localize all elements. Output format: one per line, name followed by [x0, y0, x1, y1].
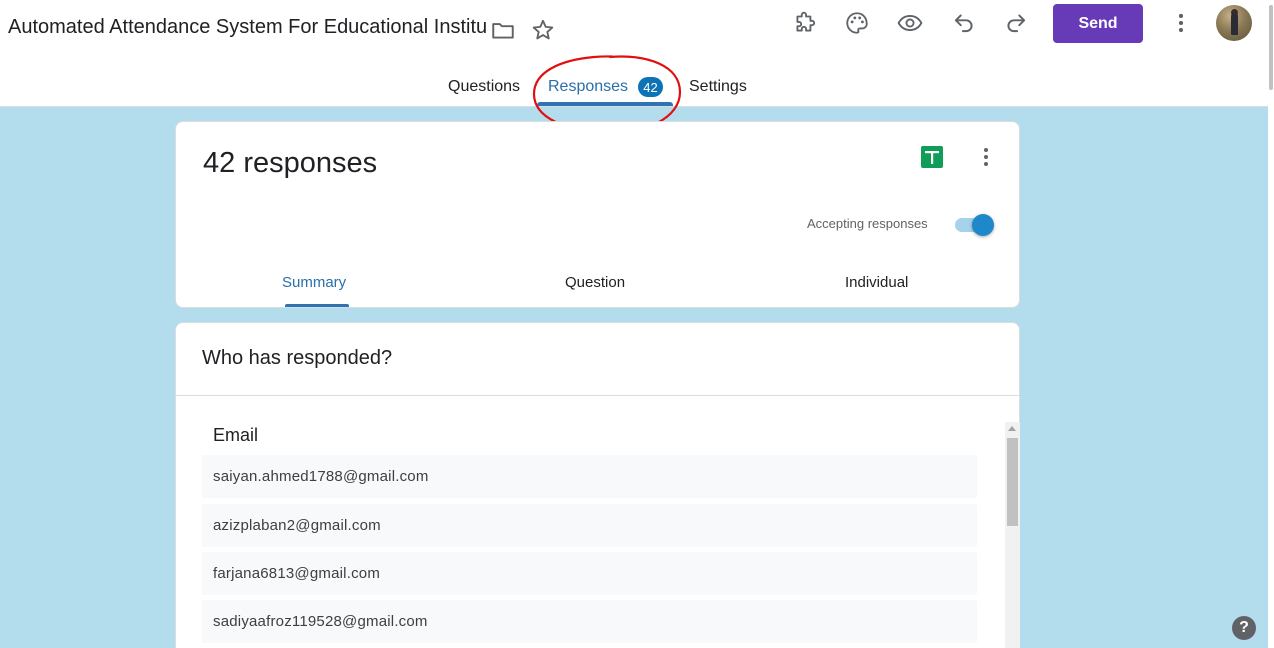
responses-count-badge: 42	[638, 77, 663, 97]
redo-icon[interactable]	[1002, 9, 1030, 37]
tab-summary[interactable]: Summary	[282, 274, 346, 291]
tab-responses[interactable]: Responses	[548, 78, 628, 96]
accepting-responses-label: Accepting responses	[807, 216, 928, 231]
help-icon[interactable]: ?	[1232, 616, 1256, 640]
palette-icon[interactable]	[843, 9, 871, 37]
tab-individual[interactable]: Individual	[845, 274, 908, 291]
page-scrollbar-thumb[interactable]	[1269, 5, 1273, 90]
top-bar: Automated Attendance System For Educatio…	[0, 0, 1274, 107]
who-responded-title: Who has responded?	[202, 347, 393, 369]
google-sheets-icon[interactable]	[921, 146, 943, 168]
email-list-item: azizplaban2@gmail.com	[202, 504, 977, 547]
send-button[interactable]: Send	[1053, 4, 1143, 43]
preview-eye-icon[interactable]	[896, 9, 924, 37]
star-icon[interactable]	[530, 17, 556, 43]
addon-puzzle-icon[interactable]	[791, 9, 819, 37]
email-list-item: sadiyaafroz119528@gmail.com	[202, 600, 977, 643]
email-list-item: farjana6813@gmail.com	[202, 552, 977, 595]
tab-question[interactable]: Question	[565, 274, 625, 291]
tab-questions[interactable]: Questions	[448, 78, 520, 96]
summary-tab-indicator	[285, 304, 349, 307]
page-scrollbar[interactable]	[1268, 0, 1274, 648]
folder-icon[interactable]	[490, 17, 516, 43]
tab-settings[interactable]: Settings	[689, 78, 747, 96]
email-list-item: saiyan.ahmed1788@gmail.com	[202, 455, 977, 498]
avatar[interactable]	[1216, 5, 1252, 41]
accepting-responses-toggle[interactable]	[953, 212, 995, 236]
main-tabs: Questions Responses Settings	[0, 60, 1274, 107]
who-responded-card: Who has responded? Email saiyan.ahmed178…	[175, 322, 1020, 648]
more-vert-icon[interactable]	[1167, 9, 1195, 37]
responses-tab-indicator	[537, 102, 673, 106]
responses-count-title: 42 responses	[203, 147, 378, 179]
avatar-figure	[1231, 13, 1238, 35]
scroll-up-arrow-icon[interactable]	[1008, 426, 1016, 431]
email-list-scrollbar-thumb[interactable]	[1007, 438, 1018, 526]
card-divider	[176, 395, 1019, 396]
responses-more-icon[interactable]	[976, 145, 996, 169]
email-column-header: Email	[213, 425, 259, 445]
form-title[interactable]: Automated Attendance System For Educatio…	[8, 16, 488, 39]
toggle-knob	[972, 214, 994, 236]
email-list-scrollbar[interactable]	[1005, 422, 1020, 648]
undo-icon[interactable]	[950, 9, 978, 37]
responses-summary-card: 42 responses Accepting responses Summary…	[175, 121, 1020, 308]
